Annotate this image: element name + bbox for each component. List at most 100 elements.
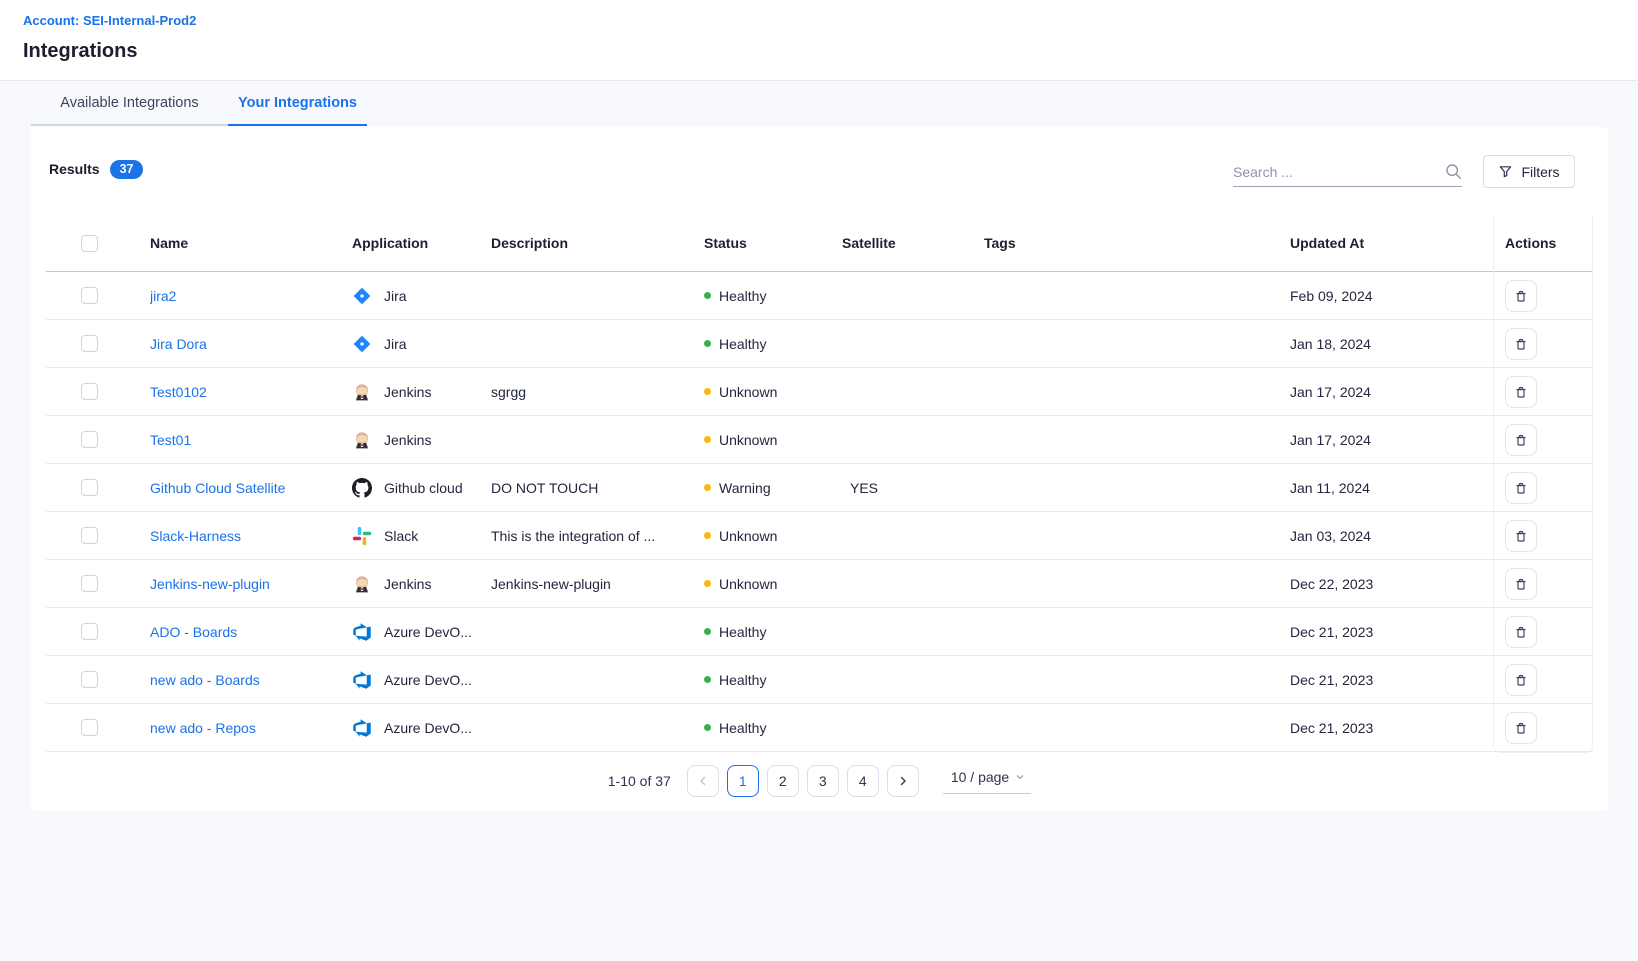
column-header-description: Description xyxy=(491,235,704,251)
row-checkbox[interactable] xyxy=(81,575,98,592)
trash-icon xyxy=(1513,672,1529,688)
delete-button[interactable] xyxy=(1505,712,1537,744)
application-name: Jenkins xyxy=(384,384,431,400)
filters-button[interactable]: Filters xyxy=(1483,155,1575,188)
tab-your-integrations[interactable]: Your Integrations xyxy=(228,82,367,126)
integration-link[interactable]: new ado - Boards xyxy=(150,672,260,688)
updated-at-cell: Jan 11, 2024 xyxy=(1290,480,1493,496)
page-size-label: 10 / page xyxy=(951,769,1009,785)
azure-devops-icon xyxy=(352,670,372,690)
table-row: Slack-Harness Slack This is the integrat… xyxy=(46,512,1593,560)
row-checkbox[interactable] xyxy=(81,527,98,544)
column-header-application: Application xyxy=(352,235,491,251)
row-checkbox[interactable] xyxy=(81,287,98,304)
status-text: Warning xyxy=(719,480,771,496)
table-row: new ado - Repos Azure DevO... Healthy De… xyxy=(46,704,1593,752)
application-name: Azure DevO... xyxy=(384,720,472,736)
page-size-select[interactable]: 10 / page xyxy=(943,769,1031,794)
results-count-badge: 37 xyxy=(110,160,144,179)
application-name: Jira xyxy=(384,336,407,352)
table-row: new ado - Boards Azure DevO... Healthy D… xyxy=(46,656,1593,704)
github-icon xyxy=(352,478,372,498)
table-row: Jira Dora Jira Healthy Jan 18, 2024 xyxy=(46,320,1593,368)
account-breadcrumb[interactable]: Account: SEI-Internal-Prod2 xyxy=(23,13,196,28)
delete-button[interactable] xyxy=(1505,664,1537,696)
trash-icon xyxy=(1513,336,1529,352)
trash-icon xyxy=(1513,480,1529,496)
jira-icon xyxy=(352,286,372,306)
row-checkbox[interactable] xyxy=(81,383,98,400)
status-dot xyxy=(704,676,711,683)
status-dot xyxy=(704,340,711,347)
chevron-right-icon xyxy=(897,775,909,787)
row-checkbox[interactable] xyxy=(81,719,98,736)
description-cell: DO NOT TOUCH xyxy=(491,480,704,496)
pagination-prev-button[interactable] xyxy=(687,765,719,797)
trash-icon xyxy=(1513,288,1529,304)
row-checkbox[interactable] xyxy=(81,335,98,352)
satellite-cell: YES xyxy=(842,480,984,496)
row-checkbox[interactable] xyxy=(81,671,98,688)
column-header-tags: Tags xyxy=(984,235,1290,251)
table-row: Test0102 Jenkins sgrgg Unknown Jan 17, 2… xyxy=(46,368,1593,416)
integration-link[interactable]: ADO - Boards xyxy=(150,624,237,640)
status-dot xyxy=(704,628,711,635)
integration-link[interactable]: Test0102 xyxy=(150,384,207,400)
integrations-card: Results 37 Filters Name Application Desc… xyxy=(31,127,1608,811)
column-header-satellite: Satellite xyxy=(842,235,984,251)
delete-button[interactable] xyxy=(1505,520,1537,552)
integration-link[interactable]: new ado - Repos xyxy=(150,720,256,736)
pagination-page-2[interactable]: 2 xyxy=(767,765,799,797)
row-checkbox[interactable] xyxy=(81,479,98,496)
integration-link[interactable]: Github Cloud Satellite xyxy=(150,480,285,496)
application-name: Azure DevO... xyxy=(384,672,472,688)
integration-link[interactable]: Jira Dora xyxy=(150,336,207,352)
integration-link[interactable]: Slack-Harness xyxy=(150,528,241,544)
status-dot xyxy=(704,436,711,443)
column-header-status: Status xyxy=(704,235,842,251)
filter-funnel-icon xyxy=(1498,164,1513,179)
row-checkbox[interactable] xyxy=(81,623,98,640)
results-summary: Results 37 xyxy=(49,160,143,179)
chevron-left-icon xyxy=(697,775,709,787)
description-cell: Jenkins-new-plugin xyxy=(491,576,704,592)
row-checkbox[interactable] xyxy=(81,431,98,448)
jira-icon xyxy=(352,334,372,354)
table-row: Test01 Jenkins Unknown Jan 17, 2024 xyxy=(46,416,1593,464)
status-dot xyxy=(704,724,711,731)
select-all-checkbox[interactable] xyxy=(81,235,98,252)
updated-at-cell: Jan 17, 2024 xyxy=(1290,384,1493,400)
pagination-page-1[interactable]: 1 xyxy=(727,765,759,797)
delete-button[interactable] xyxy=(1505,280,1537,312)
column-header-updated-at: Updated At xyxy=(1290,235,1493,251)
integration-link[interactable]: Test01 xyxy=(150,432,191,448)
table-row: Jenkins-new-plugin Jenkins Jenkins-new-p… xyxy=(46,560,1593,608)
delete-button[interactable] xyxy=(1505,472,1537,504)
search-icon[interactable] xyxy=(1445,163,1462,180)
trash-icon xyxy=(1513,384,1529,400)
filters-button-label: Filters xyxy=(1521,164,1559,180)
integration-link[interactable]: jira2 xyxy=(150,288,176,304)
pagination-page-4[interactable]: 4 xyxy=(847,765,879,797)
delete-button[interactable] xyxy=(1505,568,1537,600)
delete-button[interactable] xyxy=(1505,376,1537,408)
integration-link[interactable]: Jenkins-new-plugin xyxy=(150,576,270,592)
pagination-page-3[interactable]: 3 xyxy=(807,765,839,797)
delete-button[interactable] xyxy=(1505,616,1537,648)
pagination-next-button[interactable] xyxy=(887,765,919,797)
search-field[interactable] xyxy=(1233,157,1462,187)
application-name: Jira xyxy=(384,288,407,304)
trash-icon xyxy=(1513,624,1529,640)
updated-at-cell: Jan 17, 2024 xyxy=(1290,432,1493,448)
updated-at-cell: Dec 21, 2023 xyxy=(1290,624,1493,640)
search-input[interactable] xyxy=(1233,164,1445,180)
delete-button[interactable] xyxy=(1505,424,1537,456)
updated-at-cell: Dec 21, 2023 xyxy=(1290,720,1493,736)
delete-button[interactable] xyxy=(1505,328,1537,360)
column-header-actions: Actions xyxy=(1493,235,1593,251)
tab-available-integrations[interactable]: Available Integrations xyxy=(31,82,228,126)
table-row: Github Cloud Satellite Github cloud DO N… xyxy=(46,464,1593,512)
trash-icon xyxy=(1513,720,1529,736)
application-name: Slack xyxy=(384,528,418,544)
status-dot xyxy=(704,580,711,587)
